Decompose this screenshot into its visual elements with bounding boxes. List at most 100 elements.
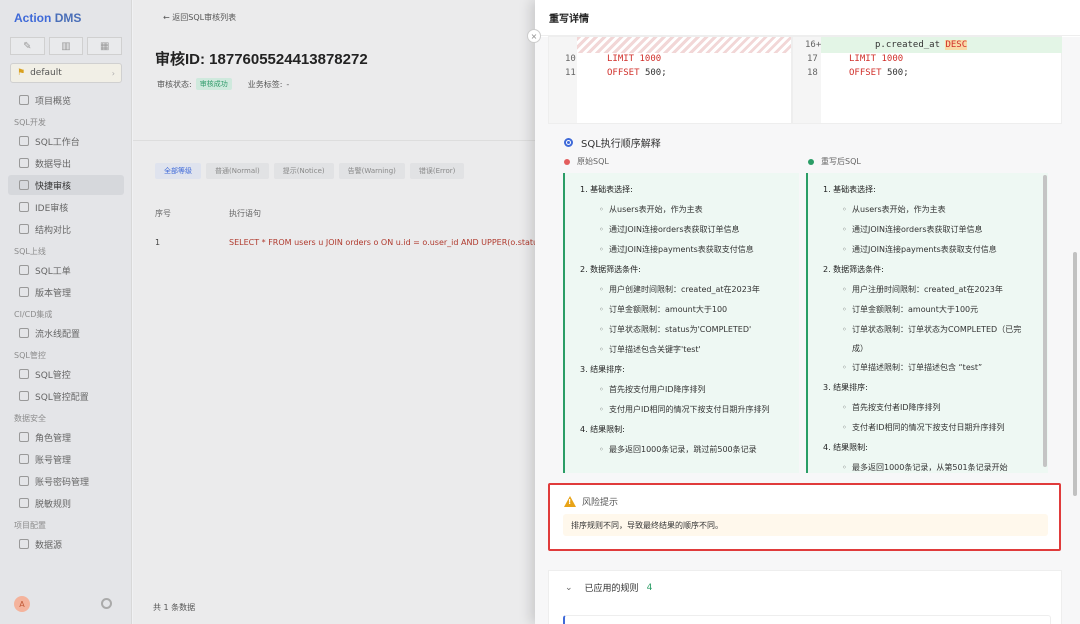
sidebar-item[interactable]: SQL管控配置 (0, 386, 124, 406)
sidebar-item-label: 项目概览 (35, 96, 72, 107)
sidebar-item[interactable]: SQL工单 (0, 260, 124, 280)
explain-step-item: 通过JOIN连接payments表获取支付信息 (599, 245, 754, 255)
drawer-title: 重写详情 (535, 0, 1080, 36)
app-logo[interactable]: Action DMS (14, 11, 81, 25)
sidebar-item-label: SQL管控 (35, 370, 71, 381)
edit-icon[interactable]: ✎ (10, 37, 45, 55)
gear-icon[interactable] (101, 598, 112, 609)
sidebar-item[interactable]: 数据导出 (0, 153, 124, 173)
sidebar-item-label: SQL工单 (35, 266, 71, 277)
explain-step-item: 通过JOIN连接orders表获取订单信息 (842, 225, 982, 235)
sidebar-item-label: 结构对比 (35, 225, 72, 236)
chart-icon[interactable]: ▥ (48, 37, 84, 55)
sidebar-item-label: IDE审核 (35, 203, 69, 214)
menu-item-icon (19, 476, 29, 486)
explain-step-item: 首先按支付用户ID降序排列 (599, 385, 705, 395)
rules-list (563, 615, 1051, 624)
explain-step-item: 订单状态限制：订单状态为COMPLETED（已完 (842, 325, 1021, 335)
page-title: 审核ID: 1877605524413878272 (155, 51, 368, 68)
sql-statement: SELECT * FROM users u JOIN orders o ON u… (229, 238, 555, 247)
nav-group-label: CI/CD集成 (14, 310, 53, 319)
sidebar-item-label: 数据导出 (35, 159, 72, 170)
sidebar-item[interactable]: SQL工作台 (0, 131, 124, 151)
explain-step-item: 订单描述包含关键字'test' (599, 345, 701, 355)
explain-step-item: 订单金额限制：amount大于100元 (842, 305, 978, 315)
menu-item-icon (19, 539, 29, 549)
total-count: 共 1 条数据 (153, 603, 196, 612)
dot-icon (808, 158, 814, 165)
sidebar-item[interactable]: SQL管控 (0, 364, 124, 384)
explain-step-item: 订单金额限制：amount大于100 (599, 305, 727, 315)
sidebar-item[interactable]: 版本管理 (0, 282, 124, 302)
sidebar-item-label: 角色管理 (35, 433, 72, 444)
sidebar-item[interactable]: 脱敏规则 (0, 493, 124, 513)
diff-line-right: 16+ (805, 40, 822, 50)
filter-tab[interactable]: 提示(Notice) (273, 163, 334, 179)
drawer-scrollbar[interactable] (1073, 252, 1077, 496)
sidebar-item-label: 账号密码管理 (35, 477, 90, 488)
sidebar-item[interactable]: 账号密码管理 (0, 471, 124, 491)
filter-tab[interactable]: 错误(Error) (409, 163, 465, 179)
explain-step-item: 成） (852, 344, 868, 353)
explain-step-item: 订单描述限制：订单描述包含 “test” (842, 363, 982, 373)
sidebar-item[interactable]: 流水线配置 (0, 323, 124, 343)
explain-step-item: 支付用户ID相同的情况下按支付日期升序排列 (599, 405, 770, 415)
explain-step-heading: 2. 数据筛选条件: (823, 265, 884, 274)
back-link[interactable]: ← 返回SQL审核列表 (163, 12, 236, 23)
sidebar-item[interactable]: 快捷审核 (8, 175, 124, 195)
menu-item-icon (19, 328, 29, 338)
sql-diff-view: 10 LIMIT 1000 11 OFFSET 500; 16+ p.creat… (548, 36, 1062, 124)
diff-removed-block (577, 37, 791, 53)
nav-group-label: SQL管控 (14, 351, 46, 360)
filter-tab[interactable]: 全部等级 (155, 163, 201, 179)
menu-item-icon (19, 498, 29, 508)
explain-step-item: 支付者ID相同的情况下按支付日期升序排列 (842, 423, 1005, 433)
menu-item-icon (19, 432, 29, 442)
risk-warning-box: 风险提示 排序规则不同，导致最终结果的顺序不同。 (548, 483, 1061, 551)
explain-step-item: 首先按支付者ID降序排列 (842, 403, 940, 413)
explain-step-item: 通过JOIN连接payments表获取支付信息 (842, 245, 997, 255)
menu-item-icon (19, 95, 29, 105)
avatar[interactable]: A (14, 596, 30, 612)
sidebar-item[interactable]: 账号管理 (0, 449, 124, 469)
explain-step-item: 最多返回1000条记录，跳过前500条记录 (599, 445, 757, 455)
sidebar-item[interactable]: 角色管理 (0, 427, 124, 447)
menu-item-icon (19, 454, 29, 464)
applied-rules-header[interactable]: ⌄ 已应用的规则 4 (565, 581, 652, 595)
explain-step-heading: 3. 结果排序: (580, 365, 625, 374)
risk-title: 风险提示 (564, 495, 618, 508)
sidebar-item[interactable]: 项目概览 (0, 90, 124, 110)
sidebar-item[interactable]: 结构对比 (0, 219, 124, 239)
explain-step-item: 通过JOIN连接orders表获取订单信息 (599, 225, 739, 235)
chevron-right-icon: › (111, 68, 115, 78)
chevron-down-icon: ⌄ (565, 582, 573, 593)
explain-step-heading: 4. 结果限制: (580, 425, 625, 434)
explain-step-item: 用户创建时间限制：created_at在2023年 (599, 285, 760, 295)
sidebar: Action DMS ✎ ▥ ▦ ⚑ default › 项目概览 SQL开发 SQ… (0, 0, 132, 624)
arrow-left-icon: ← (163, 13, 170, 22)
close-icon[interactable]: × (527, 29, 541, 43)
filter-tab[interactable]: 告警(Warning) (338, 163, 405, 179)
tags-value[interactable]: - (286, 80, 289, 89)
sidebar-item-label: SQL工作台 (35, 137, 80, 148)
nav-group-label: 数据安全 (14, 414, 46, 423)
sidebar-item[interactable]: 数据源 (0, 534, 124, 554)
quick-tabs: ✎ ▥ ▦ (10, 37, 123, 55)
status-badge: 审核成功 (195, 78, 232, 90)
warning-icon (564, 496, 576, 507)
diff-code-right: LIMIT 1000 (849, 54, 904, 64)
sidebar-item[interactable]: IDE审核 (0, 197, 124, 217)
diff-line-right: 17 (807, 54, 818, 64)
menu-item-icon (19, 224, 29, 234)
sidebar-item-label: 数据源 (35, 540, 63, 551)
grid-icon[interactable]: ▦ (87, 37, 123, 55)
panel-scrollbar[interactable] (1042, 173, 1048, 473)
project-select[interactable]: ⚑ default › (10, 63, 122, 83)
nav-group-label: SQL开发 (14, 118, 46, 127)
explain-step-item: 订单状态限制：status为'COMPLETED' (599, 325, 751, 335)
explain-step-heading: 3. 结果排序: (823, 383, 868, 392)
explain-section-title: SQL执行顺序解释 (564, 135, 661, 150)
sidebar-item-label: 版本管理 (35, 288, 72, 299)
explain-step-item: 用户注册时间限制：created_at在2023年 (842, 285, 1003, 295)
filter-tab[interactable]: 普通(Normal) (206, 163, 269, 179)
